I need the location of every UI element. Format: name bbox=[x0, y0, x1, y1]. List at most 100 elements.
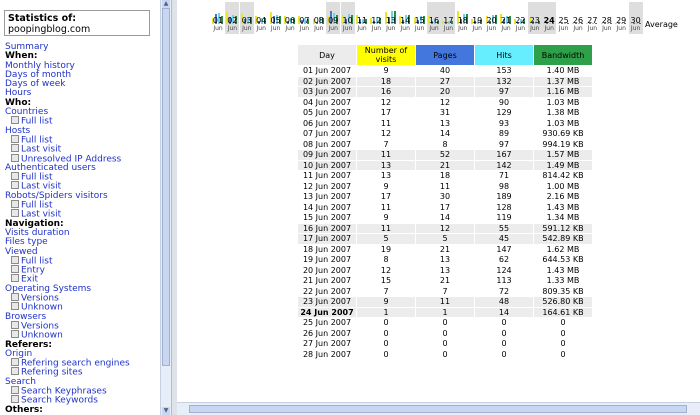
day-month: Jun bbox=[530, 25, 540, 32]
sidebar-scrollbar[interactable]: ▲ ▼ bbox=[160, 0, 171, 415]
day-month: Jun bbox=[299, 25, 310, 32]
cell-hits: 113 bbox=[496, 276, 512, 285]
cell-bandwidth: 809.35 KB bbox=[542, 286, 584, 296]
table-row: 21 Jun 2007 15 21 113 1.33 MB bbox=[298, 276, 592, 286]
header-day: Day bbox=[298, 45, 356, 65]
sidebar-scroll-thumb[interactable] bbox=[162, 8, 170, 366]
cell-visits: 19 bbox=[380, 244, 392, 254]
day-month: Jun bbox=[602, 25, 612, 32]
day-number: 27 bbox=[587, 16, 598, 25]
cell-bandwidth: 542.89 KB bbox=[534, 234, 592, 244]
table-row: 27 Jun 2007 0 0 0 0 bbox=[298, 339, 592, 349]
cell-bandwidth: 1.00 MB bbox=[546, 181, 580, 191]
day-month: Jun bbox=[486, 25, 497, 32]
day-number: 24 bbox=[543, 16, 555, 25]
horizontal-scrollbar[interactable] bbox=[177, 402, 700, 415]
day-column: 11 Jun bbox=[355, 2, 369, 34]
scroll-up-arrow-icon[interactable]: ▲ bbox=[162, 0, 170, 8]
cell-bandwidth: 1.03 MB bbox=[546, 118, 580, 128]
day-number: 14 bbox=[400, 16, 411, 25]
day-month: Jun bbox=[371, 25, 382, 32]
statistics-of-box: Statistics of: poopingblog.com bbox=[4, 10, 150, 36]
table-row: 10 Jun 2007 13 21 142 1.49 MB bbox=[298, 160, 592, 170]
day-number: 25 bbox=[558, 16, 569, 25]
cell-pages: 7 bbox=[442, 286, 448, 296]
sidebar: Statistics of: poopingblog.com Summary Wh… bbox=[0, 0, 171, 415]
cell-day: 01 Jun 2007 bbox=[302, 66, 352, 75]
day-month: Jun bbox=[616, 25, 626, 32]
cell-pages: 40 bbox=[439, 66, 451, 75]
day-number: 23 bbox=[529, 16, 540, 25]
day-number: 07 bbox=[299, 16, 310, 25]
horizontal-scroll-thumb[interactable] bbox=[189, 405, 687, 413]
cell-day: 10 Jun 2007 bbox=[298, 160, 356, 170]
day-month: Jun bbox=[285, 25, 295, 32]
table-row: 13 Jun 2007 17 30 189 2.16 MB bbox=[298, 192, 592, 202]
table-row: 11 Jun 2007 13 18 71 814.42 KB bbox=[298, 171, 592, 181]
day-column: 20 Jun bbox=[485, 2, 499, 34]
cell-day: 07 Jun 2007 bbox=[302, 129, 352, 138]
cell-hits: 55 bbox=[475, 223, 533, 233]
cell-bandwidth: 2.16 MB bbox=[546, 192, 580, 201]
day-column: 19 Jun bbox=[470, 2, 484, 34]
day-column: 27 Jun bbox=[585, 2, 599, 34]
day-column: 26 Jun bbox=[571, 2, 585, 34]
cell-hits: 124 bbox=[496, 265, 512, 275]
day-column: 30 Jun bbox=[628, 2, 643, 34]
table-row: 04 Jun 2007 12 12 90 1.03 MB bbox=[298, 98, 592, 108]
day-column: 28 Jun bbox=[600, 2, 614, 34]
table-row: 23 Jun 2007 9 11 48 526.80 KB bbox=[298, 297, 592, 307]
cell-day: 05 Jun 2007 bbox=[302, 108, 352, 117]
page-icon bbox=[11, 200, 19, 209]
day-column: 12 Jun bbox=[369, 2, 383, 34]
cell-pages: 17 bbox=[439, 202, 451, 212]
scroll-down-arrow-icon[interactable]: ▼ bbox=[162, 407, 170, 415]
cell-pages: 14 bbox=[439, 129, 451, 138]
cell-pages: 8 bbox=[442, 139, 448, 149]
cell-hits: 128 bbox=[496, 202, 512, 212]
day-month: Jun bbox=[414, 25, 425, 32]
table-row: 14 Jun 2007 11 17 128 1.43 MB bbox=[298, 203, 592, 213]
cell-hits: 93 bbox=[498, 118, 510, 128]
day-month: Jun bbox=[342, 25, 353, 32]
day-month: Jun bbox=[386, 25, 396, 32]
header-pages: Pages bbox=[416, 45, 474, 65]
cell-day: 19 Jun 2007 bbox=[302, 255, 352, 264]
sidebar-menu: Summary When: Monthly history Days of month… bbox=[5, 42, 165, 415]
day-number: 16 bbox=[428, 16, 440, 25]
main-content: 01 Jun 02 Jun 03 Jun 04 Jun 05 Jun 06 Jun 07 Jun 08 Jun… bbox=[177, 0, 700, 415]
cell-visits: 8 bbox=[383, 255, 389, 264]
page-icon bbox=[11, 255, 19, 264]
day-month: Jun bbox=[270, 25, 281, 32]
cell-bandwidth: 814.42 KB bbox=[542, 171, 584, 180]
page-icon bbox=[11, 395, 19, 404]
site-name: poopingblog.com bbox=[8, 24, 91, 35]
day-number: 19 bbox=[472, 16, 483, 25]
cell-pages: 18 bbox=[439, 171, 451, 180]
cell-pages: 0 bbox=[442, 349, 448, 359]
page-icon bbox=[11, 358, 19, 367]
page-icon bbox=[11, 181, 19, 190]
cell-day: 11 Jun 2007 bbox=[302, 171, 352, 180]
day-number: 22 bbox=[515, 16, 526, 25]
cell-bandwidth: 0 bbox=[560, 328, 566, 338]
cell-hits: 0 bbox=[501, 318, 507, 327]
cell-day: 16 Jun 2007 bbox=[298, 223, 356, 233]
day-month: Jun bbox=[573, 25, 583, 32]
cell-pages: 13 bbox=[439, 255, 451, 264]
day-month: Jun bbox=[630, 25, 641, 32]
day-column: 14 Jun bbox=[398, 2, 412, 34]
cell-hits: 0 bbox=[501, 328, 507, 338]
day-number: 02 bbox=[227, 16, 238, 25]
cell-visits: 7 bbox=[383, 139, 389, 149]
page-icon bbox=[11, 134, 19, 143]
cell-visits: 9 bbox=[383, 181, 389, 191]
cell-pages: 0 bbox=[442, 318, 448, 327]
cell-pages: 27 bbox=[416, 76, 474, 86]
cell-pages: 21 bbox=[439, 276, 451, 285]
day-month: Jun bbox=[458, 25, 468, 32]
cell-visits: 11 bbox=[380, 118, 392, 128]
page-icon bbox=[11, 209, 19, 218]
table-row: 19 Jun 2007 8 13 62 644.53 KB bbox=[298, 255, 592, 265]
day-number: 26 bbox=[572, 16, 584, 25]
